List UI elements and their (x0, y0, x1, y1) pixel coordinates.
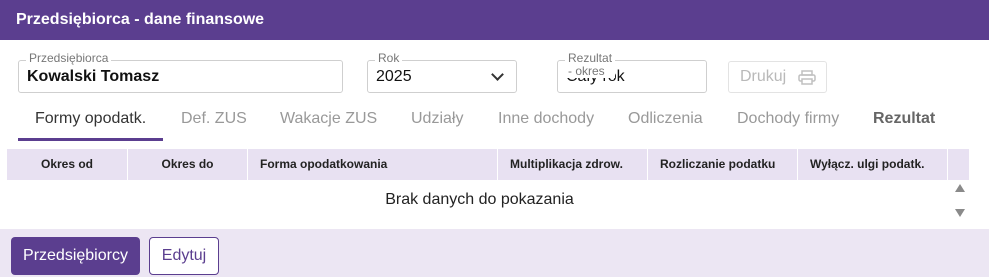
result-period-label: Rezultat - okres (565, 52, 616, 78)
tab-zus-definition[interactable]: Def. ZUS (181, 100, 247, 140)
chevron-down-icon[interactable] (491, 68, 504, 81)
tab-deductions[interactable]: Odliczenia (628, 100, 703, 140)
edit-button[interactable]: Edytuj (149, 237, 219, 275)
active-tab-indicator (18, 138, 163, 141)
print-label: Drukuj (740, 68, 787, 85)
column-header-tax-form[interactable]: Forma opodatkowania (248, 149, 498, 180)
column-header-period-from[interactable]: Okres od (7, 149, 128, 180)
tab-other-income[interactable]: Inne dochody (498, 100, 594, 140)
window-title: Przedsiębiorca - dane finansowe (0, 0, 989, 40)
year-label: Rok (375, 52, 403, 65)
year-value: 2025 (376, 68, 412, 85)
column-header-period-to[interactable]: Okres do (128, 149, 248, 180)
column-header-health-multiplication[interactable]: Multiplikacja zdrow. (498, 149, 648, 180)
scroll-up-arrow-icon[interactable] (955, 184, 965, 192)
tab-zus-holidays[interactable]: Wakacje ZUS (280, 100, 377, 140)
printer-icon (798, 70, 816, 85)
entrepreneurs-button[interactable]: Przedsiębiorcy (11, 237, 140, 275)
tab-company-income[interactable]: Dochody firmy (737, 100, 839, 140)
grid-empty-message: Brak danych do pokazania (385, 191, 574, 208)
print-button[interactable]: Drukuj (728, 61, 827, 93)
entrepreneur-label: Przedsiębiorca (26, 52, 112, 65)
scroll-down-arrow-icon[interactable] (955, 209, 965, 217)
column-header-tax-relief-exclusion[interactable]: Wyłącz. ulgi podatk. (798, 149, 948, 180)
tab-shares[interactable]: Udziały (411, 100, 463, 140)
column-header-tax-settlement[interactable]: Rozliczanie podatku (648, 149, 798, 180)
grid-header: Okres od Okres do Forma opodatkowania Mu… (7, 149, 969, 180)
tab-result[interactable]: Rezultat (873, 100, 935, 140)
tab-bar: Formy opodatk. Def. ZUS Wakacje ZUS Udzi… (0, 100, 989, 140)
tab-tax-forms[interactable]: Formy opodatk. (35, 100, 146, 140)
